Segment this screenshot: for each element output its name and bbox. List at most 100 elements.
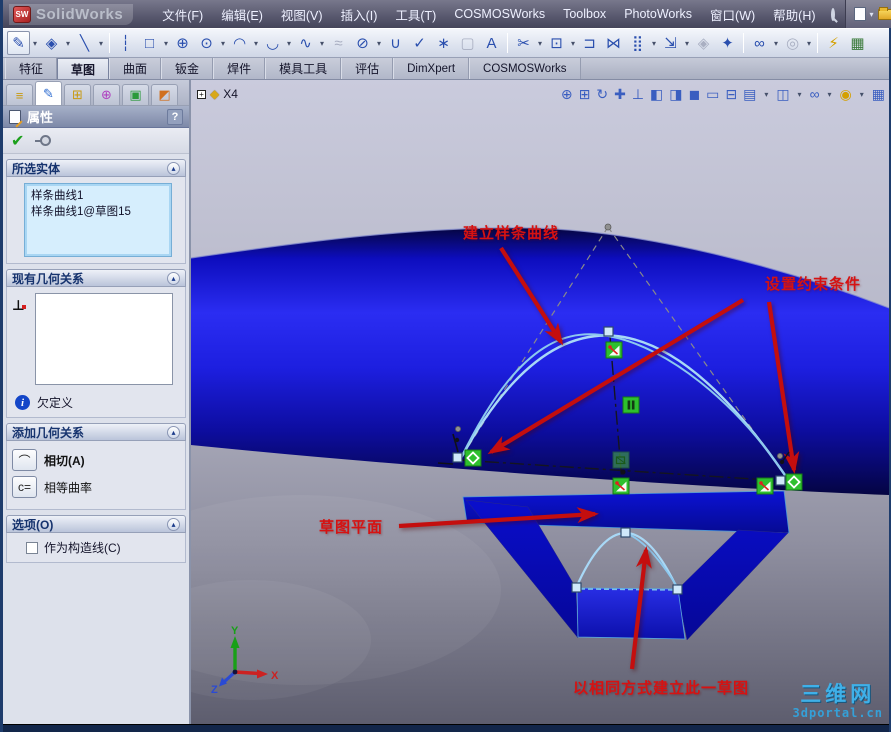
list-item[interactable]: 样条曲线1@草图15 bbox=[27, 204, 169, 220]
new-caret-icon[interactable]: ▾ bbox=[870, 10, 874, 19]
tab-weldments[interactable]: 焊件 bbox=[213, 58, 266, 79]
graphics-viewport[interactable]: Y X Z + ◆ X4 ⊕ ⊞ ↻ ✚ ⊥ ◧ ◨ ◼ ▭ ⊟ ▤ ▾ ◫ ▾… bbox=[191, 80, 889, 724]
menu-insert[interactable]: 插入(I) bbox=[332, 2, 387, 27]
instant-2d-icon[interactable]: ⚡ bbox=[822, 31, 845, 55]
freeform-spline-icon[interactable]: ≈ bbox=[327, 31, 350, 55]
vertical-constraint-icon[interactable] bbox=[622, 396, 640, 414]
cosmosworks-manager-tab[interactable]: ▣ bbox=[122, 84, 149, 105]
featuremanager-tree-tab[interactable]: ≡ bbox=[6, 84, 33, 105]
normal-to-icon[interactable]: ⊥ bbox=[632, 86, 644, 103]
tab-evaluate[interactable]: 评估 bbox=[341, 58, 394, 79]
sketch-picture-icon[interactable]: ▦ bbox=[846, 31, 869, 55]
centerpoint-arc-icon[interactable]: ◠ bbox=[228, 31, 251, 55]
rapid-sketch-icon[interactable]: ✦ bbox=[716, 31, 739, 55]
ok-button[interactable]: ✔ bbox=[11, 131, 24, 151]
3d-scene[interactable]: Y X Z bbox=[191, 80, 889, 724]
caret-icon[interactable]: ▾ bbox=[285, 39, 293, 48]
hide-show-items-icon[interactable]: ∞ bbox=[810, 86, 820, 102]
tangent-relation-label[interactable]: 相切(A) bbox=[44, 452, 85, 469]
configurationmanager-tab[interactable]: ⊞ bbox=[64, 84, 91, 105]
sketch-icon[interactable]: ✎ bbox=[7, 31, 30, 55]
line-icon[interactable]: ╲ bbox=[73, 31, 96, 55]
fit-spline-icon[interactable]: ✓ bbox=[408, 31, 431, 55]
pierce-constraint-icon[interactable] bbox=[785, 473, 803, 491]
menu-file[interactable]: 文件(F) bbox=[153, 2, 212, 27]
on-edge-constraint-icon[interactable] bbox=[612, 451, 630, 469]
existing-relations-list[interactable] bbox=[35, 293, 173, 385]
tab-cosmosworks[interactable]: COSMOSWorks bbox=[469, 58, 581, 79]
sketch-tools-icon[interactable]: ◈ bbox=[692, 31, 715, 55]
caret-icon[interactable]: ▾ bbox=[826, 90, 834, 99]
caret-icon[interactable]: ▾ bbox=[683, 39, 691, 48]
menu-toolbox[interactable]: Toolbox bbox=[554, 4, 615, 24]
caret-icon[interactable]: ▾ bbox=[375, 39, 383, 48]
point-icon[interactable]: ∗ bbox=[432, 31, 455, 55]
caret-icon[interactable]: ▾ bbox=[31, 39, 39, 48]
display-relations-icon[interactable]: ∞ bbox=[748, 31, 771, 55]
split-view-icon[interactable]: ⊟ bbox=[725, 86, 737, 103]
collapse-button[interactable]: ▴ bbox=[167, 271, 180, 285]
centerline-icon[interactable]: ┆ bbox=[114, 31, 137, 55]
menu-window[interactable]: 窗口(W) bbox=[701, 2, 764, 27]
equal-curvature-label[interactable]: 相等曲率 bbox=[44, 479, 92, 496]
menu-edit[interactable]: 编辑(E) bbox=[212, 2, 272, 27]
appearances-tab[interactable]: ◩ bbox=[151, 84, 178, 105]
ellipse-icon[interactable]: ⊘ bbox=[351, 31, 374, 55]
text-icon[interactable]: A bbox=[480, 31, 503, 55]
shaded-with-edges-icon[interactable]: ◼ bbox=[689, 86, 701, 103]
caret-icon[interactable]: ▾ bbox=[97, 39, 105, 48]
section-view-icon[interactable]: ◧ bbox=[650, 86, 663, 103]
segment-icon[interactable]: ▢ bbox=[456, 31, 479, 55]
tangent-arc-icon[interactable]: ◡ bbox=[261, 31, 284, 55]
pin-icon[interactable] bbox=[35, 135, 52, 146]
tab-mold-tools[interactable]: 模具工具 bbox=[265, 58, 342, 79]
caret-icon[interactable]: ▾ bbox=[650, 39, 658, 48]
caret-icon[interactable]: ▾ bbox=[805, 39, 813, 48]
parabola-icon[interactable]: ∪ bbox=[384, 31, 407, 55]
linear-pattern-icon[interactable]: ⣿ bbox=[626, 31, 649, 55]
view-orientation-icon[interactable]: ▤ bbox=[743, 86, 756, 103]
caret-icon[interactable]: ▾ bbox=[762, 90, 770, 99]
menu-photoworks[interactable]: PhotoWorks bbox=[615, 4, 701, 24]
caret-icon[interactable]: ▾ bbox=[162, 39, 170, 48]
caret-icon[interactable]: ▾ bbox=[858, 90, 866, 99]
move-entities-icon[interactable]: ⇲ bbox=[659, 31, 682, 55]
smart-dimension-icon[interactable]: ◈ bbox=[40, 31, 63, 55]
caret-icon[interactable]: ▾ bbox=[569, 39, 577, 48]
rotate-view-icon[interactable]: ↻ bbox=[596, 86, 608, 103]
open-icon[interactable] bbox=[877, 6, 891, 20]
search-icon[interactable] bbox=[830, 7, 835, 21]
offset-entities-icon[interactable]: ⊐ bbox=[578, 31, 601, 55]
mirror-entities-icon[interactable]: ⋈ bbox=[602, 31, 625, 55]
zoom-to-area-icon[interactable]: ⊞ bbox=[579, 86, 591, 103]
list-item[interactable]: 样条曲线1 bbox=[27, 188, 169, 204]
rectangle-icon[interactable]: □ bbox=[138, 31, 161, 55]
spline-icon[interactable]: ∿ bbox=[294, 31, 317, 55]
tab-features[interactable]: 特征 bbox=[5, 58, 58, 79]
pan-icon[interactable]: ✚ bbox=[614, 86, 626, 103]
caret-icon[interactable]: ▾ bbox=[318, 39, 326, 48]
tangent-constraint-icon[interactable] bbox=[612, 477, 630, 495]
menu-help[interactable]: 帮助(H) bbox=[764, 2, 824, 27]
collapse-button[interactable]: ▴ bbox=[167, 161, 180, 175]
pierce-constraint-icon[interactable] bbox=[464, 449, 482, 467]
equal-curvature-icon[interactable]: c= bbox=[12, 476, 37, 498]
propertymanager-tab[interactable]: ✎ bbox=[35, 81, 62, 105]
menu-view[interactable]: 视图(V) bbox=[272, 2, 332, 27]
caret-icon[interactable]: ▾ bbox=[796, 90, 804, 99]
tangent-relation-icon[interactable]: ⌒ bbox=[12, 449, 37, 471]
for-construction-checkbox[interactable] bbox=[26, 541, 38, 554]
polygon-icon[interactable]: ⊕ bbox=[171, 31, 194, 55]
part-name[interactable]: X4 bbox=[223, 87, 238, 101]
caret-icon[interactable]: ▾ bbox=[219, 39, 227, 48]
zoom-to-fit-icon[interactable]: ⊕ bbox=[561, 86, 573, 103]
caret-icon[interactable]: ▾ bbox=[772, 39, 780, 48]
caret-icon[interactable]: ▾ bbox=[252, 39, 260, 48]
apply-scene-icon[interactable]: ◉ bbox=[840, 86, 852, 103]
tab-dimxpert[interactable]: DimXpert bbox=[393, 58, 470, 79]
tangent-constraint-icon[interactable] bbox=[605, 341, 623, 359]
circle-icon[interactable]: ⊙ bbox=[195, 31, 218, 55]
collapse-button[interactable]: ▴ bbox=[167, 425, 180, 439]
help-button[interactable]: ? bbox=[167, 108, 183, 125]
collapse-button[interactable]: ▴ bbox=[167, 517, 180, 531]
